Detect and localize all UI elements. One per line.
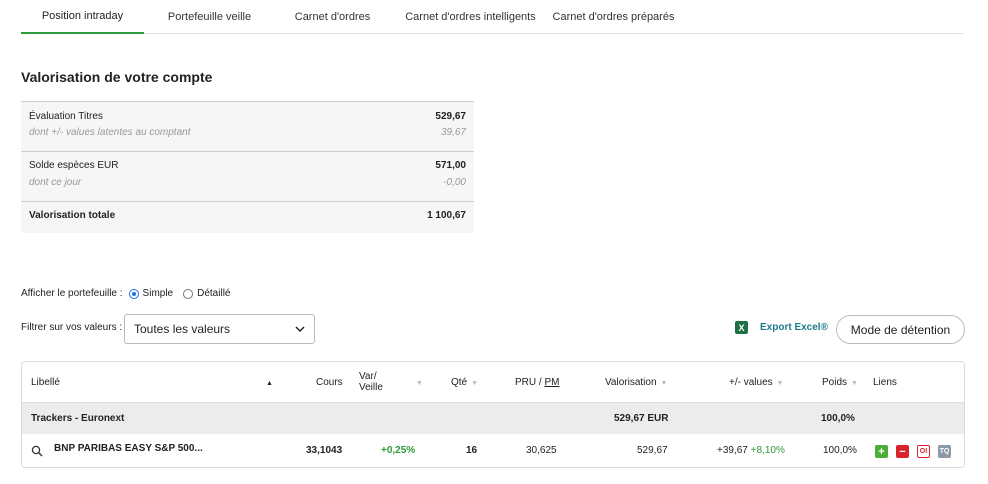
filter-label: Filtrer sur vos valeurs :: [21, 322, 123, 333]
header-valorisation[interactable]: Valorisation ▼: [605, 377, 667, 388]
header-valorisation-label: Valorisation: [605, 377, 657, 388]
header-liens-label: Liens: [873, 377, 897, 388]
header-pm-label[interactable]: PM: [544, 377, 559, 388]
today-row: dont ce jour -0,00: [29, 177, 466, 188]
header-liens: Liens: [873, 377, 897, 388]
filter-select-value: Toutes les valeurs: [134, 322, 231, 336]
cash-group: Solde espèces EUR 571,00 dont ce jour -0…: [21, 152, 474, 202]
valuation-panel: Évaluation Titres 529,67 dont +/- values…: [21, 101, 474, 233]
header-libelle[interactable]: Libellé: [31, 377, 60, 388]
filter-select[interactable]: Toutes les valeurs: [124, 314, 315, 344]
table-row[interactable]: BNP PARIBAS EASY S&P 500... 33,1043 +0,2…: [22, 434, 964, 467]
header-libelle-label: Libellé: [31, 377, 60, 388]
sort-icon: ▼: [851, 380, 858, 387]
header-var[interactable]: Var/ Veille: [359, 371, 383, 393]
sell-icon[interactable]: −: [896, 445, 909, 458]
sort-icon: ▼: [471, 380, 479, 387]
tab-carnet-ordres-prepares[interactable]: Carnet d'ordres préparés: [551, 0, 676, 34]
header-pru-label: PRU /: [515, 377, 542, 388]
latent-label: dont +/- values latentes au comptant: [29, 127, 191, 138]
header-pru-pm[interactable]: PRU / PM: [515, 377, 559, 388]
row-var: +0,25%: [381, 445, 416, 456]
header-var-line2: Veille: [359, 382, 383, 393]
total-value: 1 100,67: [427, 210, 466, 221]
header-plus-minus-label: +/- values: [729, 377, 773, 388]
group-valorisation: 529,67 EUR: [614, 413, 669, 424]
latent-row: dont +/- values latentes au comptant 39,…: [29, 127, 466, 138]
display-label: Afficher le portefeuille :: [21, 288, 123, 299]
header-poids[interactable]: Poids ▼: [822, 377, 858, 388]
sort-icon[interactable]: ▼: [412, 377, 423, 388]
tab-carnet-ordres[interactable]: Carnet d'ordres: [275, 0, 390, 34]
today-value: -0,00: [443, 177, 466, 188]
display-options: Afficher le portefeuille : Simple Détail…: [21, 288, 230, 299]
total-label: Valorisation totale: [29, 210, 116, 221]
header-qte[interactable]: Qté ▼: [451, 377, 478, 388]
radio-detaille[interactable]: [183, 288, 194, 299]
row-valorisation: 529,67: [637, 445, 668, 456]
mode-detention-button[interactable]: Mode de détention: [836, 315, 965, 344]
radio-simple-label[interactable]: Simple: [143, 288, 174, 299]
total-row: Valorisation totale 1 100,67: [29, 210, 466, 221]
securities-group: Évaluation Titres 529,67 dont +/- values…: [21, 102, 474, 152]
order-intelligent-icon[interactable]: OI: [917, 445, 930, 458]
row-libelle[interactable]: BNP PARIBAS EASY S&P 500...: [54, 443, 203, 454]
cash-value: 571,00: [435, 160, 466, 171]
tab-carnet-ordres-intelligents[interactable]: Carnet d'ordres intelligents: [390, 0, 551, 34]
radio-detaille-label[interactable]: Détaillé: [197, 288, 230, 299]
sort-asc-icon[interactable]: ▲: [262, 377, 273, 388]
header-cours-label: Cours: [316, 377, 343, 388]
sort-icon: ▼: [660, 380, 668, 387]
header-qte-label: Qté: [451, 377, 468, 388]
row-qte: 16: [466, 445, 478, 456]
row-pv-value: +39,67: [717, 445, 748, 456]
chevron-down-icon: [295, 326, 305, 333]
tab-position-intraday[interactable]: Position intraday: [21, 0, 144, 34]
tq-icon[interactable]: TQ: [938, 445, 951, 458]
securities-label: Évaluation Titres: [29, 111, 103, 122]
positions-table: Libellé ▲ Cours Var/ Veille ▼ Qté ▼ PRU /…: [21, 361, 965, 468]
export-excel-label: Export Excel®: [760, 322, 828, 333]
excel-icon: X: [735, 321, 748, 334]
header-cours[interactable]: Cours: [316, 377, 343, 388]
group-name: Trackers - Euronext: [31, 413, 125, 424]
header-poids-label: Poids: [822, 377, 848, 388]
row-pv: +39,67 +8,10%: [717, 445, 785, 456]
cash-label: Solde espèces EUR: [29, 160, 119, 171]
row-poids: 100,0%: [823, 445, 857, 456]
group-poids: 100,0%: [821, 413, 855, 424]
search-icon[interactable]: [31, 445, 43, 457]
row-pv-percent: +8,10%: [750, 445, 785, 456]
header-plus-minus[interactable]: +/- values ▼: [729, 377, 784, 388]
export-excel-link[interactable]: X Export Excel®: [735, 321, 828, 334]
valuation-title: Valorisation de votre compte: [21, 69, 213, 85]
buy-icon[interactable]: +: [875, 445, 888, 458]
today-label: dont ce jour: [29, 177, 82, 188]
tab-portefeuille-veille[interactable]: Portefeuille veille: [144, 0, 275, 34]
sort-icon: ▼: [776, 380, 784, 387]
securities-value: 529,67: [435, 111, 466, 122]
row-pru: 30,625: [526, 445, 557, 456]
header-var-line1: Var/: [359, 371, 377, 382]
total-group: Valorisation totale 1 100,67: [21, 202, 474, 233]
tab-bar: Position intraday Portefeuille veille Ca…: [21, 0, 964, 34]
cash-row: Solde espèces EUR 571,00: [29, 160, 466, 171]
securities-row: Évaluation Titres 529,67: [29, 111, 466, 122]
row-cours: 33,1043: [306, 445, 343, 456]
table-group-row: Trackers - Euronext 529,67 EUR 100,0%: [22, 403, 964, 434]
table-header: Libellé ▲ Cours Var/ Veille ▼ Qté ▼ PRU /…: [22, 362, 964, 403]
latent-value: 39,67: [440, 127, 466, 138]
radio-simple[interactable]: [128, 288, 139, 299]
